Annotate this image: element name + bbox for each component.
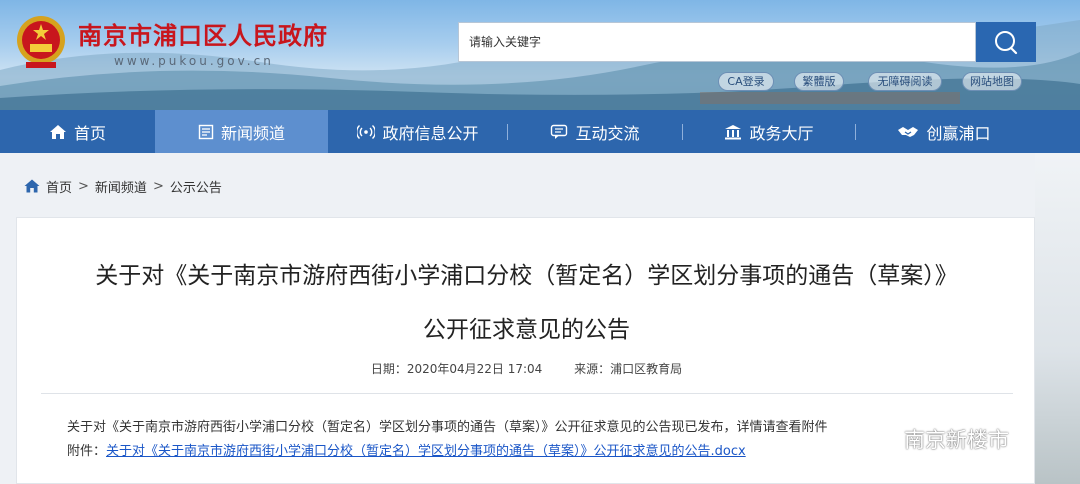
nav-label-gov-info: 政府信息公开 [382,123,479,143]
nav-item-interaction[interactable]: 互动交流 [508,110,682,153]
nav-label-service-hall: 政务大厅 [749,123,814,143]
home-icon [24,179,40,193]
nav-item-gov-info[interactable]: 政府信息公开 [328,110,508,153]
attachment-link[interactable]: 关于对《关于南京市游府西街小学浦口分校（暂定名）学区划分事项的通告（草案）》公开… [106,444,746,459]
nav-item-home[interactable]: 首页 [0,110,155,153]
article-divider [41,393,1013,394]
article-meta: 日期：2020年04月22日 17:04 来源：浦口区教育局 [17,360,1036,377]
page-background-strip [1035,153,1080,484]
chat-icon [550,124,568,140]
article-date: 日期：2020年04月22日 17:04 [370,362,543,376]
search-input[interactable] [459,23,975,61]
home-icon [49,124,67,140]
search-button[interactable] [976,22,1036,62]
nav-label-news: 新闻频道 [220,123,285,143]
news-icon [198,124,214,140]
breadcrumb-home[interactable]: 首页 [46,177,72,196]
nav-label-win-pukou: 创赢浦口 [926,123,991,143]
article-body: 关于对《关于南京市游府西街小学浦口分校（暂定名）学区划分事项的通告（草案）》公开… [67,420,828,435]
article-title-line2: 公开征求意见的公告 [423,317,630,343]
search-box [458,22,976,62]
breadcrumb-notices[interactable]: 公示公告 [170,177,222,196]
handshake-icon [897,124,919,140]
sitemap-link[interactable]: 网站地图 [962,72,1022,91]
building-icon [724,124,742,140]
site-url: www.pukou.gov.cn [114,54,274,68]
article-title-line1: 关于对《关于南京市游府西街小学浦口分校（暂定名）学区划分事项的通告（草案）》 [95,263,958,289]
search-icon [995,31,1018,55]
breadcrumb-separator: > [78,178,89,194]
national-emblem-icon [17,16,65,68]
breadcrumb-news[interactable]: 新闻频道 [95,177,147,196]
article-source: 来源：浦口区教育局 [574,362,683,376]
main-nav: 首页 新闻频道 政府信息公开 互动交流 政务大厅 创赢浦口 [0,110,1080,153]
nav-item-news[interactable]: 新闻频道 [155,110,328,153]
watermark-text: 南京新楼市 [904,428,1009,452]
site-title: 南京市浦口区人民政府 [78,21,328,50]
attachment-label: 附件： [67,444,107,459]
traditional-chinese-link[interactable]: 繁體版 [794,72,844,91]
nav-label-home: 首页 [73,123,106,143]
nav-item-win-pukou[interactable]: 创赢浦口 [856,110,1032,153]
header-banner: 南京市浦口区人民政府 www.pukou.gov.cn CA登录 繁體版 无障碍… [0,0,1080,110]
watermark: 南京新楼市 [864,424,1009,454]
ca-login-link[interactable]: CA登录 [718,72,774,91]
broadcast-icon [357,124,376,140]
attachment-row: 附件：关于对《关于南京市游府西街小学浦口分校（暂定名）学区划分事项的通告（草案）… [67,440,746,459]
breadcrumb-separator: > [152,178,164,194]
nav-item-service-hall[interactable]: 政务大厅 [683,110,855,153]
nav-label-interaction: 互动交流 [575,123,640,143]
accessibility-link[interactable]: 无障碍阅读 [868,72,942,91]
breadcrumb: 首页 > 新闻频道 > 公示公告 [24,176,222,196]
wechat-icon [865,426,897,451]
